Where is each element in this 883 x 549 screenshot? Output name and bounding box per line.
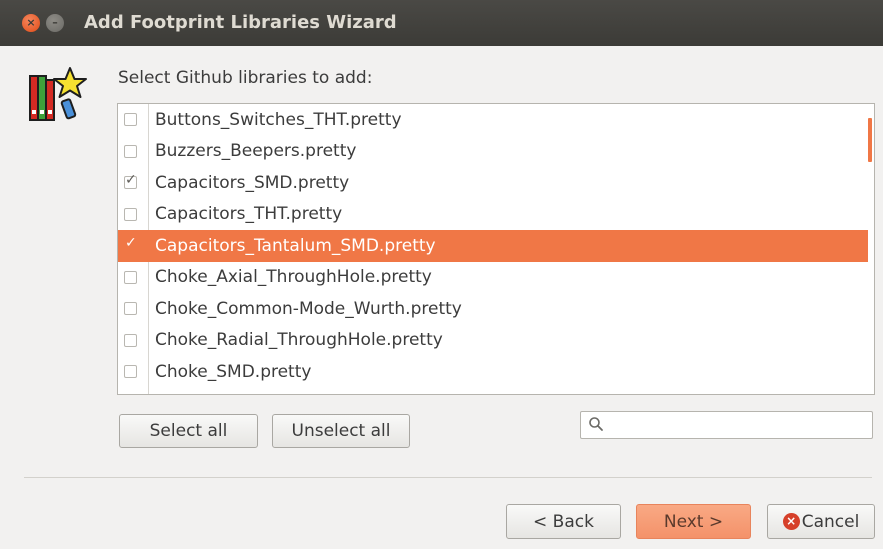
library-name: Capacitors_THT.pretty [155,204,343,225]
wizard-window: × – Add Footprint Libraries Wizard Selec… [0,0,883,549]
list-item[interactable]: Choke_Common-Mode_Wurth.pretty [118,293,868,325]
list-item[interactable]: Capacitors_THT.pretty [118,199,868,231]
list-item[interactable]: Choke_Toroid_ThroughHole.pretty [118,388,868,394]
library-name: Choke_SMD.pretty [155,361,312,382]
list-item[interactable]: Choke_Radial_ThroughHole.pretty [118,325,868,357]
title-bar[interactable]: × – Add Footprint Libraries Wizard [0,0,883,46]
next-button[interactable]: Next > [636,504,751,539]
library-checkbox[interactable] [124,172,137,190]
library-name: Capacitors_SMD.pretty [155,172,350,193]
list-item[interactable]: Choke_SMD.pretty [118,356,868,388]
library-name: Choke_Radial_ThroughHole.pretty [155,330,443,351]
unselect-all-button[interactable]: Unselect all [272,414,410,448]
library-name: Choke_Axial_ThroughHole.pretty [155,267,432,288]
library-name: Capacitors_Tantalum_SMD.pretty [155,235,436,256]
list-scrollbar-thumb[interactable] [868,118,872,162]
list-item[interactable]: Buttons_Switches_THT.pretty [118,104,868,136]
library-checkbox[interactable] [124,333,137,347]
library-name: Buttons_Switches_THT.pretty [155,109,402,130]
search-icon [589,417,603,431]
library-star-icon [29,67,87,121]
list-item[interactable]: Choke_Axial_ThroughHole.pretty [118,262,868,294]
cancel-icon: × [782,513,800,530]
search-input[interactable] [580,411,873,439]
instruction-label: Select Github libraries to add: [118,68,373,88]
select-all-button[interactable]: Select all [119,414,258,448]
library-checkbox[interactable] [124,113,137,127]
library-checkbox[interactable] [124,235,137,252]
library-list[interactable]: Buttons_Switches_THT.pretty Buzzers_Beepe… [117,103,875,395]
back-button[interactable]: < Back [506,504,621,539]
list-item[interactable]: Capacitors_Tantalum_SMD.pretty [118,230,868,262]
library-checkbox[interactable] [124,365,137,379]
minimize-window-button[interactable]: – [46,14,64,32]
cancel-button-label: Cancel [801,511,860,532]
cancel-button[interactable]: × Cancel [767,504,875,539]
library-name: Choke_Toroid_ThroughHole.pretty [155,393,441,394]
window-title: Add Footprint Libraries Wizard [84,12,397,33]
library-checkbox[interactable] [124,207,137,221]
library-checkbox[interactable] [124,144,137,158]
close-window-button[interactable]: × [22,14,40,32]
footer-separator [24,477,872,478]
library-checkbox[interactable] [124,302,137,316]
list-item[interactable]: Capacitors_SMD.pretty [118,167,868,199]
library-checkbox[interactable] [124,270,137,284]
library-name: Buzzers_Beepers.pretty [155,141,357,162]
list-item[interactable]: Buzzers_Beepers.pretty [118,136,868,168]
library-name: Choke_Common-Mode_Wurth.pretty [155,298,462,319]
